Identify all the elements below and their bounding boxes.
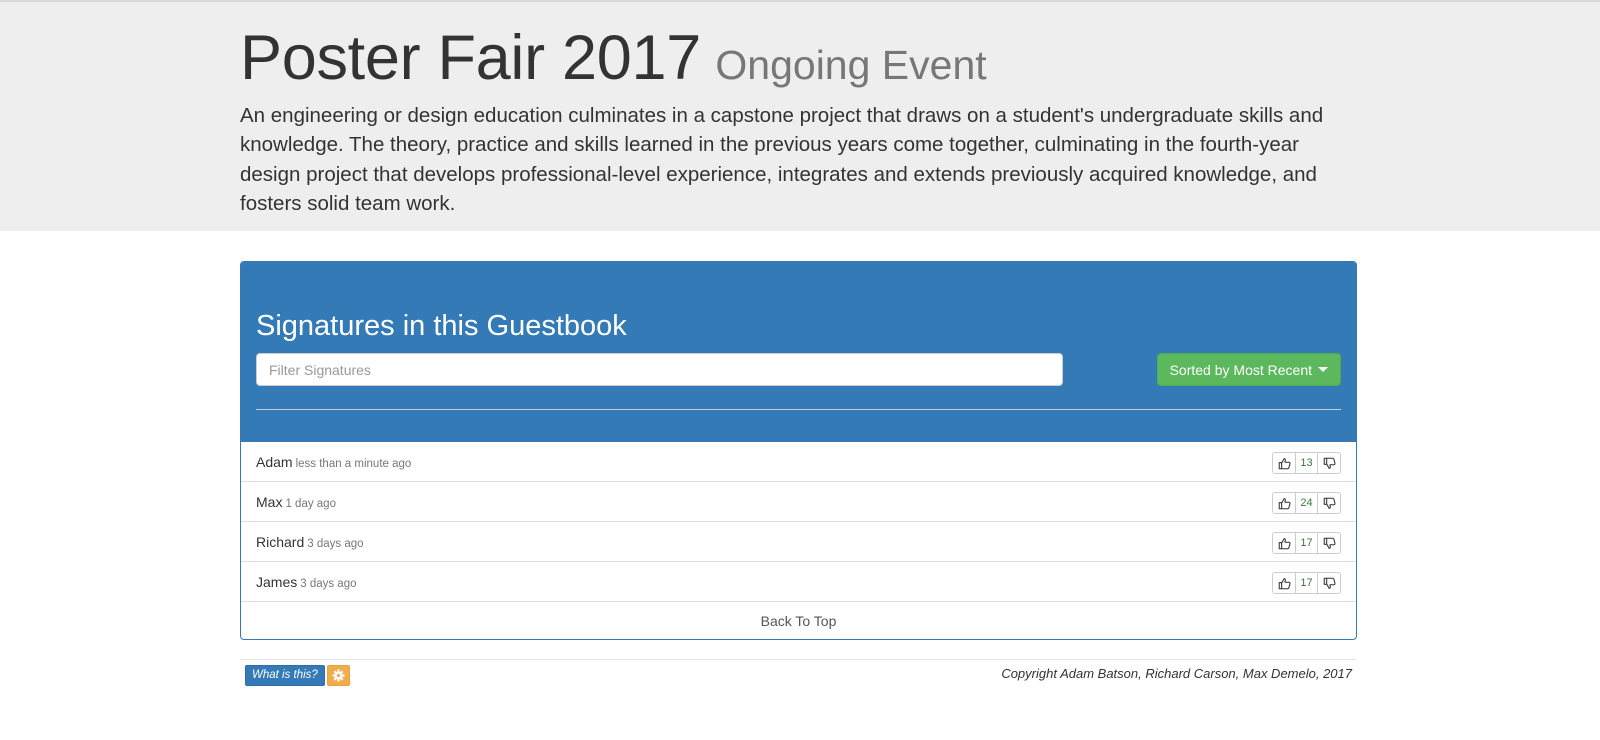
upvote-button[interactable] [1273, 573, 1295, 593]
signature-list: Adam less than a minute ago 13 Max 1 day a… [241, 442, 1356, 602]
back-to-top-link[interactable]: Back To Top [241, 602, 1356, 639]
filter-signatures-input[interactable] [256, 353, 1063, 386]
page-header: Poster Fair 2017 Ongoing Event [240, 22, 987, 94]
signature-row: James 3 days ago 17 [241, 562, 1356, 602]
sort-label: Sorted by Most Recent [1169, 361, 1312, 378]
signer-name: James [256, 574, 298, 590]
divider [256, 409, 1341, 410]
guestbook-title: Signatures in this Guestbook [256, 310, 627, 342]
downvote-button[interactable] [1318, 493, 1340, 513]
caret-down-icon [1318, 367, 1328, 372]
signer-name: Max [256, 494, 283, 510]
copyright-text: Copyright Adam Batson, Richard Carson, M… [1001, 666, 1352, 681]
signature-time: 3 days ago [300, 578, 357, 590]
gear-icon [332, 669, 345, 682]
vote-count: 17 [1295, 533, 1318, 553]
thumbs-up-icon [1278, 577, 1291, 589]
signature-info: Adam less than a minute ago [256, 454, 411, 470]
thumbs-down-icon [1323, 497, 1336, 509]
thumbs-up-icon [1278, 537, 1291, 549]
vote-count: 24 [1295, 493, 1318, 513]
thumbs-down-icon [1323, 577, 1336, 589]
signature-row: Max 1 day ago 24 [241, 482, 1356, 522]
downvote-button[interactable] [1318, 533, 1340, 553]
sort-dropdown-button[interactable]: Sorted by Most Recent [1156, 353, 1341, 386]
guestbook-panel: Signatures in this Guestbook Sorted by M… [240, 261, 1357, 640]
footer-divider [240, 659, 1357, 660]
vote-group: 17 [1272, 532, 1341, 554]
event-status: Ongoing Event [715, 42, 987, 88]
upvote-button[interactable] [1273, 533, 1295, 553]
thumbs-up-icon [1278, 457, 1291, 469]
thumbs-down-icon [1323, 537, 1336, 549]
page-title: Poster Fair 2017 [240, 23, 701, 93]
signature-time: 3 days ago [307, 538, 364, 550]
thumbs-down-icon [1323, 457, 1336, 469]
downvote-button[interactable] [1318, 453, 1340, 473]
signature-row: Richard 3 days ago 17 [241, 522, 1356, 562]
signature-info: James 3 days ago [256, 574, 357, 590]
vote-count: 13 [1295, 453, 1318, 473]
settings-button[interactable] [327, 665, 350, 686]
signature-time: less than a minute ago [295, 458, 412, 470]
upvote-button[interactable] [1273, 453, 1295, 473]
event-description: An engineering or design education culmi… [240, 104, 1324, 215]
signer-name: Richard [256, 534, 305, 550]
vote-group: 24 [1272, 492, 1341, 514]
what-is-this-button[interactable]: What is this? [245, 665, 325, 686]
vote-group: 17 [1272, 572, 1341, 594]
upvote-button[interactable] [1273, 493, 1295, 513]
signature-time: 1 day ago [285, 498, 336, 510]
signature-info: Max 1 day ago [256, 494, 336, 510]
signature-info: Richard 3 days ago [256, 534, 364, 550]
vote-group: 13 [1272, 452, 1341, 474]
guestbook-panel-heading: Signatures in this Guestbook Sorted by M… [241, 262, 1356, 442]
vote-count: 17 [1295, 573, 1318, 593]
downvote-button[interactable] [1318, 573, 1340, 593]
jumbotron: Poster Fair 2017 Ongoing Event An engine… [0, 0, 1600, 231]
signer-name: Adam [256, 454, 293, 470]
signature-row: Adam less than a minute ago 13 [241, 442, 1356, 482]
thumbs-up-icon [1278, 497, 1291, 509]
